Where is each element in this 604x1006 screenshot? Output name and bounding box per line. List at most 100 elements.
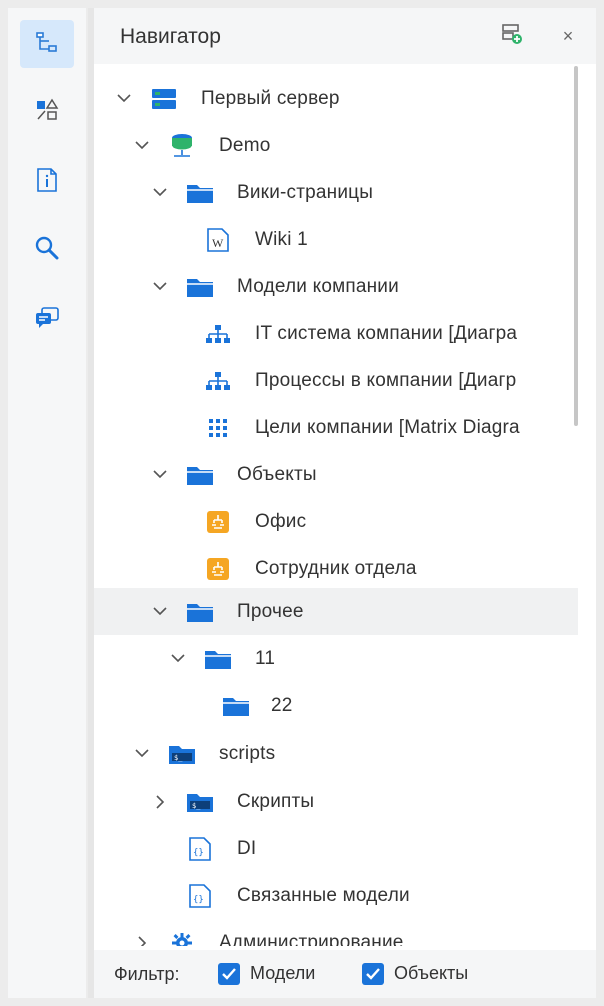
tree-item-object[interactable]: Офис bbox=[94, 498, 578, 545]
rail-properties-button[interactable] bbox=[20, 156, 74, 204]
json-doc-icon: {} bbox=[186, 836, 214, 861]
objects-checkbox-label[interactable]: Объекты bbox=[394, 963, 468, 984]
tree-item-label: Объекты bbox=[237, 463, 317, 485]
tree-item-label: Первый сервер bbox=[201, 87, 340, 109]
object-badge-icon bbox=[204, 510, 232, 534]
tree-item-label: scripts bbox=[219, 742, 276, 764]
tree-item-label: Модели компании bbox=[237, 275, 399, 297]
check-icon bbox=[222, 968, 236, 980]
tree-item-label: Сотрудник отдела bbox=[255, 557, 417, 579]
tree-item-diagram[interactable]: IT система компании [Диагра bbox=[94, 310, 578, 357]
chevron-down-icon[interactable] bbox=[170, 651, 186, 667]
info-doc-icon bbox=[35, 167, 59, 193]
tree-item-folder[interactable]: 11 bbox=[94, 635, 578, 682]
gear-icon bbox=[168, 931, 196, 946]
tree-item-folder[interactable]: 22 bbox=[94, 682, 578, 729]
svg-text:$_: $_ bbox=[174, 754, 183, 762]
check-icon bbox=[366, 968, 380, 980]
chevron-right-icon[interactable] bbox=[134, 935, 150, 946]
navigator-panel: Навигатор × Первый сервер Demo Вики-стра… bbox=[88, 8, 596, 998]
chevron-down-icon[interactable] bbox=[152, 467, 168, 483]
chevron-down-icon[interactable] bbox=[134, 746, 150, 762]
tree-item-wiki[interactable]: W Wiki 1 bbox=[94, 216, 578, 263]
wiki-doc-icon: W bbox=[204, 227, 232, 252]
tree-item-server[interactable]: Первый сервер bbox=[94, 75, 578, 122]
search-icon bbox=[34, 235, 60, 261]
navigator-header: Навигатор × bbox=[94, 8, 596, 64]
chat-icon bbox=[34, 306, 60, 330]
tree-item-label: Связанные модели bbox=[237, 884, 410, 906]
rail-search-button[interactable] bbox=[20, 224, 74, 272]
close-icon: × bbox=[562, 25, 574, 46]
tree-item-label: Demo bbox=[219, 134, 271, 156]
tree-item-label: 22 bbox=[271, 694, 293, 716]
svg-text:$_: $_ bbox=[192, 802, 201, 810]
add-server-icon bbox=[500, 22, 524, 51]
filter-label: Фильтр: bbox=[114, 964, 180, 984]
svg-text:{}: {} bbox=[193, 848, 204, 858]
tree-item-object[interactable]: Сотрудник отдела bbox=[94, 545, 578, 592]
close-button[interactable]: × bbox=[554, 22, 582, 50]
tree-item-label: Wiki 1 bbox=[255, 228, 308, 250]
chevron-down-icon[interactable] bbox=[116, 91, 132, 107]
script-folder-icon: $_ bbox=[186, 790, 214, 814]
svg-text:{}: {} bbox=[193, 895, 204, 905]
tree-item-folder[interactable]: Объекты bbox=[94, 451, 578, 498]
folder-icon bbox=[186, 600, 214, 624]
matrix-diagram-icon bbox=[204, 416, 232, 440]
shapes-icon bbox=[35, 98, 59, 122]
tree-item-label: Цели компании [Matrix Diagra bbox=[255, 416, 520, 438]
folder-icon bbox=[222, 694, 250, 718]
tree-item-diagram[interactable]: Процессы в компании [Диагр bbox=[94, 357, 578, 404]
tree-scrollbar[interactable] bbox=[574, 66, 578, 426]
chevron-right-icon[interactable] bbox=[152, 794, 168, 810]
server-icon bbox=[150, 87, 178, 111]
hierarchy-diagram-icon bbox=[204, 369, 232, 393]
side-rail bbox=[8, 8, 86, 998]
tree-item-label: IT система компании [Диагра bbox=[255, 322, 518, 344]
tree-item-label: Скрипты bbox=[237, 790, 315, 812]
tree-item-folder[interactable]: Модели компании bbox=[94, 263, 578, 310]
tree-item-diagram[interactable]: Цели компании [Matrix Diagra bbox=[94, 404, 578, 451]
models-checkbox[interactable] bbox=[218, 963, 240, 985]
database-icon bbox=[168, 133, 196, 158]
tree-item-script-folder[interactable]: $_ Скрипты bbox=[94, 778, 578, 825]
svg-text:W: W bbox=[212, 236, 224, 250]
tree-item-label: Процессы в компании [Диагр bbox=[255, 369, 517, 391]
chevron-down-icon[interactable] bbox=[134, 138, 150, 154]
navigator-title: Навигатор bbox=[120, 25, 221, 48]
tree-item-label: Офис bbox=[255, 510, 307, 532]
chevron-down-icon[interactable] bbox=[152, 279, 168, 295]
script-folder-icon: $_ bbox=[168, 742, 196, 766]
filter-bar: Фильтр: Модели Объекты bbox=[94, 950, 596, 998]
tree-item-folder[interactable]: Прочее bbox=[94, 588, 578, 635]
json-doc-icon: {} bbox=[186, 883, 214, 908]
chevron-down-icon[interactable] bbox=[152, 604, 168, 620]
folder-icon bbox=[204, 647, 232, 671]
tree-item-label: DI bbox=[237, 837, 257, 859]
objects-checkbox[interactable] bbox=[362, 963, 384, 985]
tree-item-admin[interactable]: Администрирование bbox=[94, 919, 578, 946]
tree-item-script-folder[interactable]: $_ scripts bbox=[94, 730, 578, 777]
tree-item-json-doc[interactable]: {} DI bbox=[94, 825, 578, 872]
tree-item-label: Прочее bbox=[237, 600, 304, 622]
tree-item-label: Вики-страницы bbox=[237, 181, 374, 203]
folder-icon bbox=[186, 275, 214, 299]
folder-icon bbox=[186, 463, 214, 487]
tree-item-label: 11 bbox=[255, 647, 276, 669]
tree-item-folder[interactable]: Вики-страницы bbox=[94, 169, 578, 216]
rail-shapes-button[interactable] bbox=[20, 86, 74, 134]
add-server-button[interactable] bbox=[498, 22, 526, 50]
object-badge-icon bbox=[204, 557, 232, 581]
rail-navigator-button[interactable] bbox=[20, 20, 74, 68]
hierarchy-diagram-icon bbox=[204, 322, 232, 346]
navigator-tree: Первый сервер Demo Вики-страницы W Wiki … bbox=[94, 66, 590, 946]
tree-item-label: Администрирование bbox=[219, 931, 404, 947]
tree-item-json-doc[interactable]: {} Связанные модели bbox=[94, 872, 578, 919]
models-checkbox-label[interactable]: Модели bbox=[250, 963, 315, 984]
folder-icon bbox=[186, 181, 214, 205]
tree-icon bbox=[35, 32, 59, 56]
tree-item-database[interactable]: Demo bbox=[94, 122, 578, 169]
rail-comments-button[interactable] bbox=[20, 294, 74, 342]
chevron-down-icon[interactable] bbox=[152, 185, 168, 201]
